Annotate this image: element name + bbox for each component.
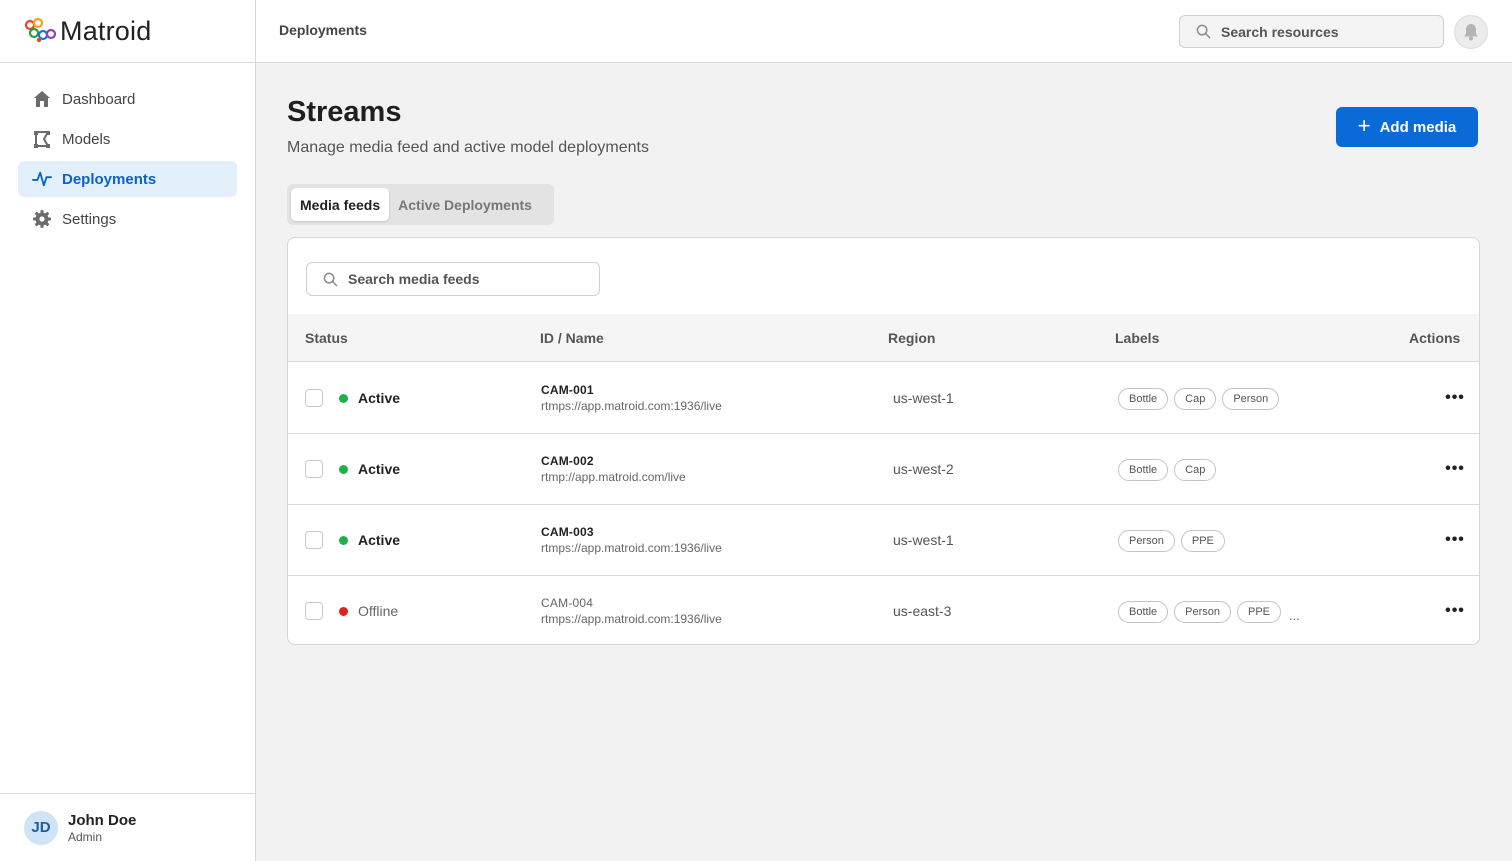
table-header: Status ID / Name Region Labels Actions [288,314,1479,362]
region: us-west-1 [893,532,954,548]
status-dot [339,536,348,545]
row-checkbox[interactable] [305,602,323,620]
stream-url: rtmp://app.matroid.com/live [541,470,686,484]
top-bar: Deployments Search resources [256,0,1512,63]
sidebar-item-label: Dashboard [62,90,136,108]
models-icon [32,129,52,149]
label-chip: Person [1222,388,1280,410]
row-actions-button[interactable]: ••• [1443,458,1467,480]
sidebar-item-label: Settings [62,210,117,228]
row-checkbox[interactable] [305,531,323,549]
row-checkbox[interactable] [305,389,323,407]
label-chip: Bottle [1118,459,1169,481]
labels-list: Bottle Person PPE ... [1118,601,1300,623]
status-text: Offline [358,603,399,619]
column-header-id-name[interactable]: ID / Name [540,330,604,346]
sidebar-item-deployments[interactable]: Deployments [18,161,237,197]
label-chip: PPE [1237,601,1282,623]
tab-bar: Media feeds Active Deployments [287,184,554,225]
sidebar-item-models[interactable]: Models [18,121,237,157]
row-actions-button[interactable]: ••• [1443,600,1467,622]
stream-url: rtmps://app.matroid.com:1936/live [541,399,722,413]
breadcrumb[interactable]: Deployments [279,22,367,38]
label-chip: Cap [1174,459,1217,481]
user-role: Admin [68,829,103,844]
column-header-region[interactable]: Region [888,330,935,346]
label-chip: Person [1174,601,1231,623]
labels-list: Bottle Cap Person [1118,388,1285,410]
status-text: Active [358,532,401,548]
stream-url: rtmps://app.matroid.com:1936/live [541,612,722,626]
notifications-button[interactable] [1454,15,1488,49]
column-header-status[interactable]: Status [305,330,348,346]
table-row[interactable]: Active CAM-003 rtmps://app.matroid.com:1… [288,505,1479,576]
sidebar-nav: Dashboard Models Deployments Settings [0,63,255,237]
sidebar: Matroid Dashboard Models Deployments Set… [0,0,256,861]
stream-id[interactable]: CAM-001 [541,383,594,397]
region: us-west-2 [893,461,954,477]
activity-icon [32,169,52,189]
label-chip: Person [1118,530,1175,552]
search-placeholder: Search resources [1221,23,1339,40]
search-icon [323,272,338,286]
row-actions-button[interactable]: ••• [1443,529,1467,551]
media-feeds-table: Search media feeds Status ID / Name Regi… [287,237,1480,645]
plus-icon: + [1357,113,1371,138]
avatar: JD [24,810,58,845]
stream-id[interactable]: CAM-003 [541,525,594,539]
table-row[interactable]: Active CAM-001 rtmps://app.matroid.com:1… [288,363,1479,434]
gear-icon [32,209,52,229]
status-dot [339,607,348,616]
matroid-logo-icon [24,18,57,43]
tab-media-feeds[interactable]: Media feeds [291,188,390,221]
label-chip: PPE [1180,530,1225,552]
labels-list: Person PPE [1118,530,1231,552]
bell-icon [1464,24,1478,41]
media-feed-search-input[interactable]: Search media feeds [306,262,600,296]
stream-url: rtmps://app.matroid.com:1936/live [541,541,722,555]
more-horizontal-icon: ••• [1445,389,1465,406]
status-text: Active [358,390,401,406]
user-name: John Doe [68,811,137,829]
table-row[interactable]: Offline CAM-004 rtmps://app.matroid.com:… [288,576,1479,644]
column-header-actions: Actions [1409,330,1461,346]
sidebar-item-settings[interactable]: Settings [18,201,237,237]
logo[interactable]: Matroid [0,0,255,63]
label-chip: Cap [1174,388,1217,410]
row-checkbox[interactable] [305,460,323,478]
tab-active-deployments[interactable]: Active Deployments [389,188,541,221]
label-chip: Bottle [1118,601,1169,623]
sidebar-item-label: Deployments [62,170,157,188]
more-horizontal-icon: ••• [1445,602,1465,619]
user-profile[interactable]: JD John Doe Admin [0,793,255,861]
page-title: Streams [287,96,402,128]
status-dot [339,465,348,474]
more-horizontal-icon: ••• [1445,531,1465,548]
row-actions-button[interactable]: ••• [1443,387,1467,409]
stream-id[interactable]: CAM-002 [541,454,594,468]
region: us-east-3 [893,603,952,619]
region: us-west-1 [893,390,954,406]
add-media-label: Add media [1379,118,1457,136]
label-chip: Bottle [1118,388,1169,410]
search-icon [1196,24,1211,39]
status-dot [339,394,348,403]
search-input[interactable]: Search resources [1179,15,1444,48]
more-horizontal-icon: ••• [1445,460,1465,477]
status-text: Active [358,461,401,477]
table-row[interactable]: Active CAM-002 rtmp://app.matroid.com/li… [288,434,1479,505]
sidebar-item-label: Models [62,130,111,148]
column-header-labels[interactable]: Labels [1115,330,1159,346]
add-media-button[interactable]: + Add media [1336,107,1478,147]
sidebar-item-dashboard[interactable]: Dashboard [18,81,237,117]
labels-list: Bottle Cap [1118,459,1222,481]
search-placeholder: Search media feeds [348,271,480,287]
brand-name: Matroid [60,15,152,46]
page-subtitle: Manage media feed and active model deplo… [287,139,649,156]
more-labels-indicator[interactable]: ... [1289,608,1300,623]
stream-id[interactable]: CAM-004 [541,596,593,610]
home-icon [32,89,52,109]
